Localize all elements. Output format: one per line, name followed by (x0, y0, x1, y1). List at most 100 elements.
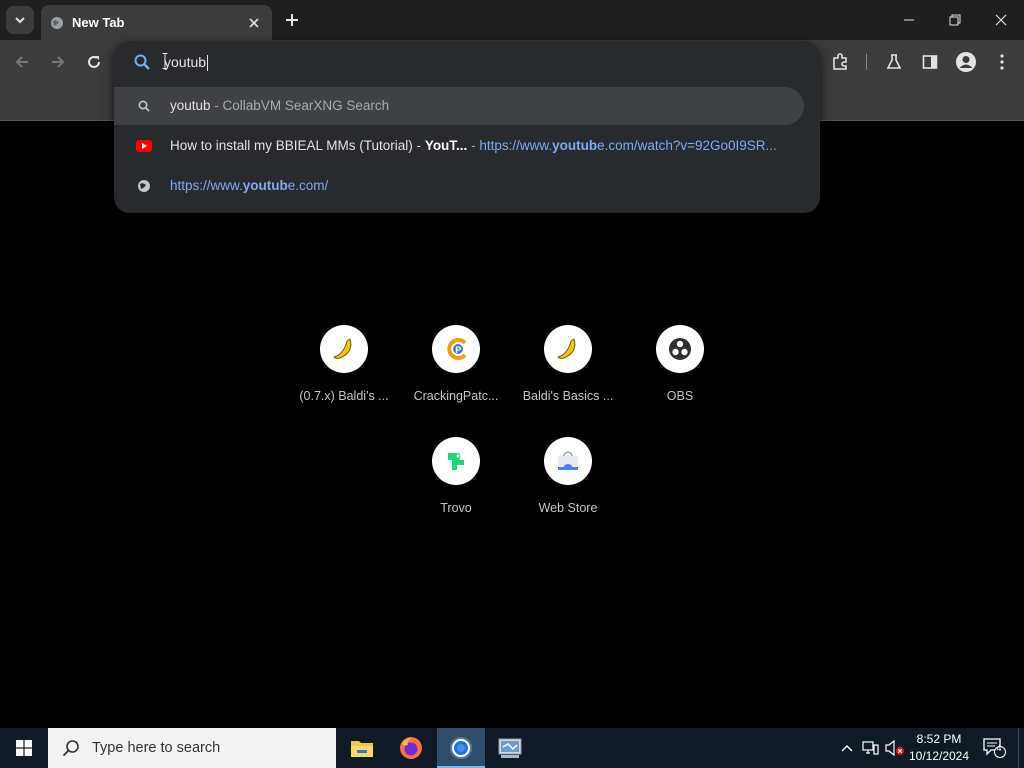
show-desktop-button[interactable] (1018, 728, 1024, 768)
banana-icon (333, 338, 352, 359)
chrome-icon (450, 737, 472, 759)
firefox-icon (400, 737, 422, 759)
shortcut-label: CrackingPatc... (413, 389, 499, 403)
avatar-icon (956, 52, 976, 72)
minimize-icon (904, 19, 914, 21)
taskbar-search-placeholder: Type here to search (92, 740, 221, 756)
shortcut-icon-circle: P (432, 325, 480, 373)
suggestion-search[interactable]: youtub - CollabVM SearXNG Search (114, 87, 804, 125)
banana-icon (557, 338, 576, 359)
control-panel-icon (498, 738, 522, 758)
kebab-menu-icon (1000, 54, 1004, 70)
tab-new-tab[interactable]: New Tab (41, 5, 272, 40)
back-button[interactable] (10, 50, 34, 74)
shortcut-tile[interactable]: (0.7.x) Baldi's ... (288, 325, 400, 437)
search-icon (138, 100, 150, 112)
show-hidden-icons-button[interactable] (838, 728, 856, 768)
file-explorer-icon (351, 741, 373, 757)
obs-icon (669, 338, 691, 360)
globe-icon (138, 180, 150, 192)
side-panel-icon (922, 55, 938, 69)
clock-time: 8:52 PM (916, 732, 962, 746)
suggestion-url-item[interactable]: https://www.youtube.com/ (114, 167, 804, 205)
close-icon (249, 17, 259, 28)
globe-icon (51, 16, 63, 29)
new-tab-button[interactable] (282, 10, 302, 30)
reload-button[interactable] (82, 50, 106, 74)
shortcut-tile[interactable]: Trovo (400, 437, 512, 549)
minimize-button[interactable] (886, 0, 932, 40)
start-button[interactable] (0, 728, 48, 768)
network-button[interactable] (860, 728, 882, 768)
crackingpatching-icon: P (447, 338, 467, 360)
shortcut-label: Web Store (538, 501, 598, 515)
puzzle-icon (833, 53, 847, 70)
shortcut-icon-circle (544, 325, 592, 373)
suggestion-engine: CollabVM SearXNG Search (222, 98, 390, 113)
suggestion-url: https://www.youtube.com/watch?v=92Go0I9S… (479, 138, 777, 153)
close-window-button[interactable] (978, 0, 1024, 40)
action-center-button[interactable]: 4 (980, 728, 1008, 768)
shortcut-tile[interactable]: OBS (624, 325, 736, 437)
shortcut-tile[interactable]: Baldi's Basics ... (512, 325, 624, 437)
shortcut-icon-circle (544, 437, 592, 485)
restore-button[interactable] (932, 0, 978, 40)
shortcut-icon-circle (656, 325, 704, 373)
taskbar-file-explorer[interactable] (338, 728, 386, 768)
notification-count-badge: 4 (996, 743, 1002, 753)
shortcut-label: (0.7.x) Baldi's ... (299, 389, 389, 403)
reload-icon (88, 56, 100, 68)
address-bar[interactable]: youtub (114, 41, 820, 83)
taskbar: Type here to search 8:52 PM 10/12/2024 4 (0, 728, 1024, 768)
extensions-button[interactable] (828, 50, 852, 74)
plus-icon (286, 14, 298, 26)
tab-search-button[interactable] (6, 6, 34, 34)
chevron-down-icon (15, 17, 25, 24)
shortcut-icon-circle (320, 325, 368, 373)
close-icon (995, 14, 1007, 26)
trovo-icon (448, 453, 464, 470)
suggestion-title-match: YouT... (424, 138, 468, 153)
taskbar-control-panel[interactable] (486, 728, 534, 768)
text-cursor-icon (162, 53, 168, 69)
search-icon (134, 54, 150, 70)
system-clock[interactable]: 8:52 PM 10/12/2024 (900, 731, 978, 765)
chevron-up-icon (841, 745, 853, 752)
tab-title: New Tab (72, 15, 125, 30)
webstore-icon (558, 451, 578, 470)
suggestion-separator: - (467, 138, 480, 153)
forward-button[interactable] (46, 50, 70, 74)
svg-text:P: P (455, 345, 461, 355)
windows-logo-icon (16, 740, 32, 756)
network-icon (862, 741, 879, 755)
address-bar-input[interactable]: youtub (164, 54, 209, 72)
youtube-icon (136, 140, 152, 152)
suggestion-separator: - (210, 98, 223, 113)
shortcut-tile[interactable]: P CrackingPatc... (400, 325, 512, 437)
shortcut-tile[interactable]: Web Store (512, 437, 624, 549)
forward-arrow-icon (52, 56, 65, 68)
taskbar-firefox[interactable] (387, 728, 435, 768)
shortcut-label: Trovo (440, 501, 472, 515)
shortcut-icon-circle (432, 437, 480, 485)
omnibox-popup: youtub youtub - CollabVM SearXNG Search … (114, 41, 820, 213)
search-icon (62, 740, 79, 757)
shortcut-label: OBS (666, 389, 694, 403)
taskbar-search-box[interactable]: Type here to search (48, 728, 336, 768)
suggestion-query: youtub (170, 98, 211, 113)
flask-icon (886, 54, 902, 69)
tab-close-button[interactable] (246, 15, 262, 31)
suggestion-url: https://www.youtube.com/ (170, 178, 329, 193)
suggestion-title: How to install my BBIEAL MMs (Tutorial) … (170, 138, 425, 153)
taskbar-chrome[interactable] (437, 728, 485, 768)
back-arrow-icon (15, 56, 28, 68)
menu-button[interactable] (990, 50, 1014, 74)
shortcut-label: Baldi's Basics ... (522, 389, 614, 403)
suggestion-history[interactable]: How to install my BBIEAL MMs (Tutorial) … (114, 127, 804, 165)
text-caret (207, 55, 209, 72)
profile-button[interactable] (954, 50, 978, 74)
toolbar-separator (866, 54, 867, 70)
restore-icon (949, 14, 961, 26)
labs-button[interactable] (882, 50, 906, 74)
side-panel-button[interactable] (918, 50, 942, 74)
